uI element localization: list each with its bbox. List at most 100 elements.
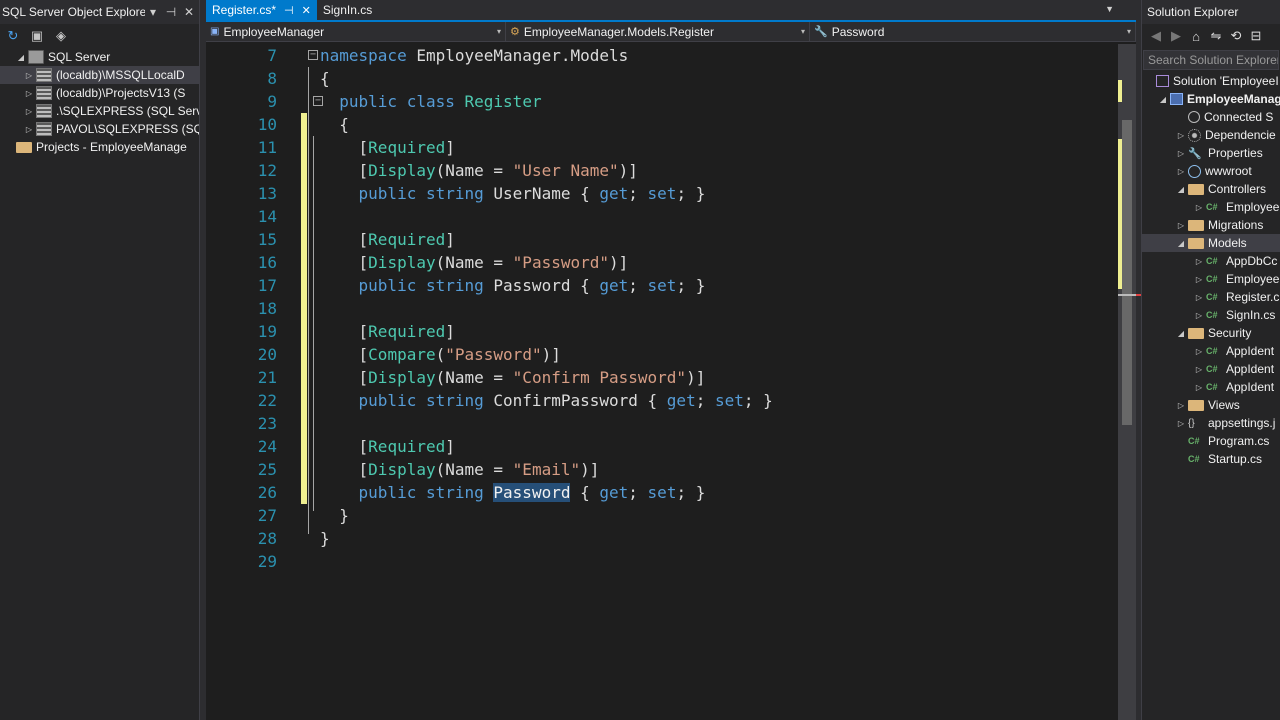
code-token: } bbox=[320, 506, 349, 525]
code-token: Password { bbox=[483, 276, 600, 295]
code-token: } bbox=[320, 529, 330, 548]
tree-item-sql-server[interactable]: ◢ SQL Server bbox=[0, 48, 199, 66]
solution-tree-item[interactable]: C# Program.cs bbox=[1142, 432, 1280, 450]
solution-tree-item[interactable]: Connected S bbox=[1142, 108, 1280, 126]
pin-icon[interactable]: ⊣ bbox=[163, 5, 179, 19]
solution-search-input[interactable]: Search Solution Explorer bbox=[1143, 50, 1279, 70]
wrench-icon: 🔧 bbox=[1188, 147, 1202, 160]
dropdown-icon[interactable]: ▾ bbox=[145, 5, 161, 19]
solution-tree-item[interactable]: C# Startup.cs bbox=[1142, 450, 1280, 468]
collapse-icon[interactable]: ◢ bbox=[1174, 239, 1188, 248]
tree-item-projects[interactable]: Projects - EmployeeManage bbox=[0, 138, 199, 156]
add-server-icon[interactable]: ▣ bbox=[28, 27, 46, 45]
expand-icon[interactable]: ▷ bbox=[1174, 221, 1188, 230]
collapse-icon[interactable]: ◢ bbox=[1174, 185, 1188, 194]
close-icon[interactable]: ✕ bbox=[181, 5, 197, 19]
code-token: ; } bbox=[676, 184, 706, 203]
expand-icon[interactable]: ▷ bbox=[1192, 203, 1206, 212]
expand-icon[interactable]: ▷ bbox=[1192, 311, 1206, 320]
tab-register-cs[interactable]: Register.cs* ⊣ ✕ bbox=[206, 0, 317, 20]
collapse-icon[interactable]: ◢ bbox=[1174, 329, 1188, 338]
collapse-region-icon[interactable]: − bbox=[308, 50, 318, 60]
unsaved-change-marker bbox=[301, 251, 307, 274]
database-server-icon bbox=[36, 86, 52, 100]
expand-icon[interactable]: ▷ bbox=[1174, 419, 1188, 428]
solution-tree-item[interactable]: ◢ Security bbox=[1142, 324, 1280, 342]
expand-icon[interactable]: ▷ bbox=[1192, 347, 1206, 356]
solution-tree-item[interactable]: ◢ Controllers bbox=[1142, 180, 1280, 198]
solution-tree-item[interactable]: ▷ C# Employee bbox=[1142, 270, 1280, 288]
pin-tab-icon[interactable]: ⊣ bbox=[284, 4, 294, 17]
tree-item-server[interactable]: ▷ .\SQLEXPRESS (SQL Serv bbox=[0, 102, 199, 120]
code-token: public bbox=[358, 391, 417, 410]
tab-overflow-dropdown-icon[interactable]: ▼ bbox=[1105, 4, 1114, 14]
connected-services-icon bbox=[1188, 111, 1200, 123]
collapse-all-icon[interactable]: ⊟ bbox=[1248, 27, 1264, 45]
expand-icon[interactable]: ▷ bbox=[1192, 383, 1206, 392]
solution-tree-item[interactable]: ▷ wwwroot bbox=[1142, 162, 1280, 180]
solution-tree-item[interactable]: ▷ 🔧 Properties bbox=[1142, 144, 1280, 162]
tree-item-server[interactable]: ▷ PAVOL\SQLEXPRESS (SQ bbox=[0, 120, 199, 138]
code-token: ] bbox=[445, 230, 455, 249]
unsaved-change-marker bbox=[301, 389, 307, 412]
solution-tree-item[interactable]: ▷ C# Register.c bbox=[1142, 288, 1280, 306]
home-icon[interactable]: ⌂ bbox=[1188, 27, 1204, 45]
expand-icon[interactable]: ▷ bbox=[22, 107, 36, 116]
collapse-icon[interactable]: ◢ bbox=[1156, 95, 1170, 104]
solution-tree-item[interactable]: ▷ C# AppIdent bbox=[1142, 342, 1280, 360]
solution-tree-item[interactable]: ▷ C# Employee bbox=[1142, 198, 1280, 216]
solution-tree-item[interactable]: ▷{} appsettings.j bbox=[1142, 414, 1280, 432]
code-editor-area: Register.cs* ⊣ ✕ SignIn.cs ▼ ▣ EmployeeM… bbox=[206, 0, 1142, 720]
sync-icon[interactable]: ⟲ bbox=[1228, 27, 1244, 45]
collapse-icon[interactable]: ◢ bbox=[14, 53, 28, 62]
solution-tree-item[interactable]: ▷ C# AppIdent bbox=[1142, 378, 1280, 396]
scrollbar-thumb[interactable] bbox=[1122, 120, 1132, 425]
expand-icon[interactable]: ▷ bbox=[22, 71, 36, 80]
expand-icon[interactable]: ▷ bbox=[1192, 275, 1206, 284]
tree-item-server[interactable]: ▷ (localdb)\MSSQLLocalD bbox=[0, 66, 199, 84]
expand-icon[interactable]: ▷ bbox=[1192, 257, 1206, 266]
expand-icon[interactable]: ▷ bbox=[1174, 401, 1188, 410]
back-icon[interactable]: ◀ bbox=[1148, 27, 1164, 45]
member-dropdown[interactable]: 🔧 Password ▾ bbox=[810, 22, 1136, 41]
refresh-icon[interactable]: ↻ bbox=[4, 27, 22, 45]
code-token: Required bbox=[368, 322, 446, 341]
code-token: string bbox=[425, 276, 484, 295]
tab-signin-cs[interactable]: SignIn.cs bbox=[317, 0, 378, 20]
switch-views-icon[interactable]: ⇋ bbox=[1208, 27, 1224, 45]
solution-tree-item[interactable]: ◢ EmployeeManag bbox=[1142, 90, 1280, 108]
project-dropdown[interactable]: ▣ EmployeeManager ▾ bbox=[206, 22, 506, 41]
expand-icon[interactable]: ▷ bbox=[1174, 167, 1188, 176]
type-dropdown[interactable]: ⚙ EmployeeManager.Models.Register ▾ bbox=[506, 22, 810, 41]
solution-tree-item[interactable]: ▷ Migrations bbox=[1142, 216, 1280, 234]
solution-tree-item[interactable]: ▷ Views bbox=[1142, 396, 1280, 414]
solution-tree-item[interactable]: ▷ C# AppDbCc bbox=[1142, 252, 1280, 270]
database-server-icon bbox=[36, 104, 52, 118]
solution-tree-item[interactable]: ▷ C# SignIn.cs bbox=[1142, 306, 1280, 324]
editor-vertical-scrollbar[interactable] bbox=[1118, 44, 1142, 720]
close-tab-icon[interactable]: ✕ bbox=[302, 4, 311, 17]
expand-icon[interactable]: ▷ bbox=[1174, 149, 1188, 158]
expand-icon[interactable]: ▷ bbox=[1192, 293, 1206, 302]
code-text-area[interactable]: 7− namespace EmployeeManager.Models 8{9− p… bbox=[206, 44, 1118, 720]
code-text: [Display(Name = "User Name")] bbox=[320, 159, 638, 182]
expand-icon[interactable]: ▷ bbox=[22, 125, 36, 134]
code-line: 24 [Required] bbox=[206, 435, 1118, 458]
solution-tree-item[interactable]: Solution 'EmployeeI bbox=[1142, 72, 1280, 90]
forward-icon[interactable]: ▶ bbox=[1168, 27, 1184, 45]
solution-tree-item[interactable]: ◢ Models bbox=[1142, 234, 1280, 252]
code-text: [Display(Name = "Password")] bbox=[320, 251, 629, 274]
stop-icon[interactable]: ◈ bbox=[52, 27, 70, 45]
line-number: 28 bbox=[257, 529, 277, 548]
solution-tree-item[interactable]: ▷ Dependencie bbox=[1142, 126, 1280, 144]
code-token: set bbox=[647, 483, 677, 502]
tree-item-server[interactable]: ▷ (localdb)\ProjectsV13 (S bbox=[0, 84, 199, 102]
solution-tree-label: Employee bbox=[1226, 272, 1280, 286]
expand-icon[interactable]: ▷ bbox=[22, 89, 36, 98]
solution-tree-item[interactable]: ▷ C# AppIdent bbox=[1142, 360, 1280, 378]
expand-icon[interactable]: ▷ bbox=[1174, 131, 1188, 140]
expand-icon[interactable]: ▷ bbox=[1192, 365, 1206, 374]
